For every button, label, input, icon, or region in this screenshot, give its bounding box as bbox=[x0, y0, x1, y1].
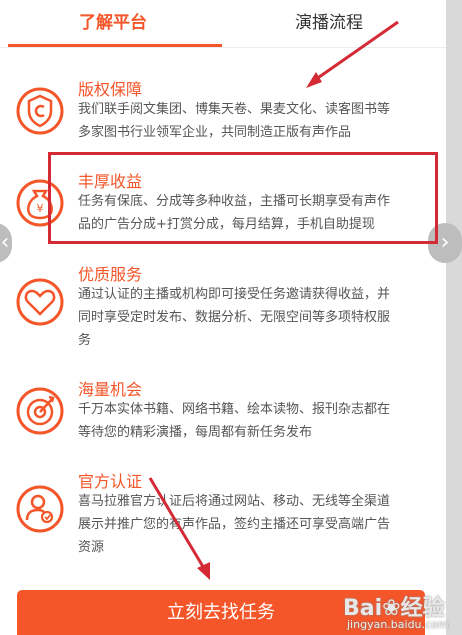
feature-description-line: 我们联手阅文集团、博集天卷、果麦文化、读客图书等 bbox=[78, 102, 391, 117]
feature-description: 通过认证的主播或机构即可接受任务邀请获得收益，并 同时享受定时发布、数据分析、无… bbox=[78, 283, 428, 352]
tab-divider bbox=[0, 47, 446, 48]
chevron-right-icon: › bbox=[440, 230, 450, 255]
feature-description: 我们联手阅文集团、博集天卷、果麦文化、读客图书等 多家图书行业领军企业，共同制造… bbox=[78, 98, 428, 144]
tab-about-platform[interactable]: 了解平台 bbox=[6, 8, 220, 48]
feature-description-line: 千万本实体书籍、网络书籍、绘本读物、报刊杂志都在 bbox=[78, 402, 391, 417]
feature-description-line: 同时享受定时发布、数据分析、无限空间等多项特权服 bbox=[78, 310, 391, 325]
tab-recording-process[interactable]: 演播流程 bbox=[220, 8, 438, 48]
feature-description-line: 通过认证的主播或机构即可接受任务邀请获得收益，并 bbox=[78, 287, 391, 302]
baidu-watermark: Bai❀经验 jingyan.baidu.com bbox=[335, 590, 460, 635]
feature-description-line: 资源 bbox=[78, 540, 105, 555]
certified-user-icon bbox=[16, 485, 64, 533]
heart-icon bbox=[16, 278, 64, 326]
watermark-url: jingyan.baidu.com bbox=[347, 618, 449, 631]
svg-text:¥: ¥ bbox=[37, 202, 44, 215]
feature-description: 喜马拉雅官方认证后将通过网站、移动、无线等全渠道 展示并推广您的有声作品，签约主… bbox=[78, 490, 428, 559]
feature-description-line: 多家图书行业领军企业，共同制造正版有声作品 bbox=[78, 125, 352, 140]
feature-title: 优质服务 bbox=[78, 265, 143, 284]
feature-title: 官方认证 bbox=[78, 472, 143, 491]
chevron-left-icon: ‹ bbox=[0, 230, 10, 255]
tab-bar: 了解平台 演播流程 bbox=[0, 0, 446, 50]
feature-title: 版权保障 bbox=[78, 80, 143, 99]
app-panel: 了解平台 演播流程 版权保障 我们联手阅文集团、博集天卷、果麦文化、读客图书等 … bbox=[0, 0, 446, 635]
feature-description: 千万本实体书籍、网络书籍、绘本读物、报刊杂志都在 等待您的精彩演播，每周都有新任… bbox=[78, 398, 428, 444]
feature-title: 海量机会 bbox=[78, 380, 143, 399]
copyright-shield-icon bbox=[16, 87, 64, 135]
feature-description-line: 展示并推广您的有声作品，签约主播还可享受高端广告 bbox=[78, 517, 391, 532]
annotation-highlight-box bbox=[48, 152, 438, 244]
feature-description-line: 务 bbox=[78, 333, 92, 348]
feature-description-line: 等待您的精彩演播，每周都有新任务发布 bbox=[78, 425, 313, 440]
target-icon bbox=[16, 387, 64, 435]
feature-description-line: 喜马拉雅官方认证后将通过网站、移动、无线等全渠道 bbox=[78, 494, 391, 509]
